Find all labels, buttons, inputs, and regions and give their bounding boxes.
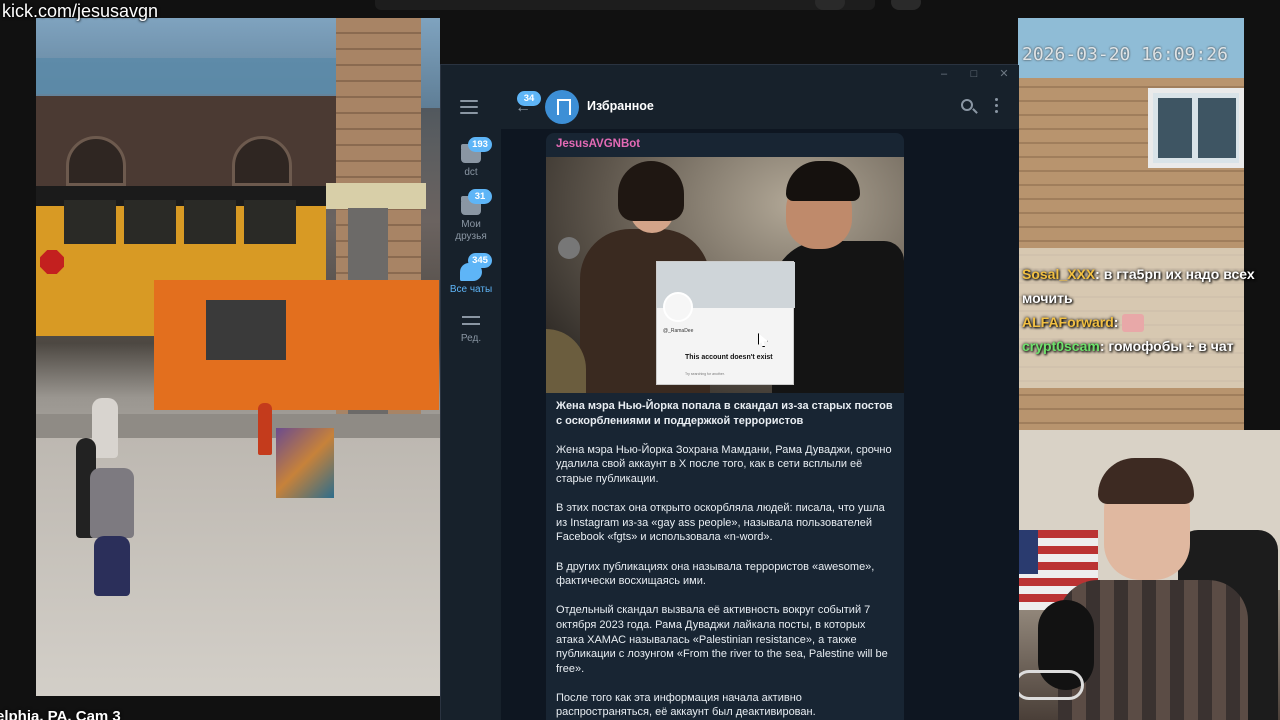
chat-message: ALFAForward:	[1022, 310, 1278, 334]
search-icon[interactable]	[815, 0, 845, 10]
pedestrian	[90, 468, 134, 538]
microphone-icon	[558, 237, 580, 259]
browser-search-strip	[375, 0, 921, 10]
unread-badge: 34	[517, 91, 541, 106]
folder-label: Ред.	[460, 333, 482, 344]
photo-person-hair	[618, 161, 684, 221]
message-paragraph: В этих постах она открыто оскорбляла люд…	[556, 502, 885, 544]
folder-label: Мои друзья	[455, 219, 487, 242]
folder-label: dct	[464, 167, 478, 178]
utility-truck	[154, 280, 439, 410]
pink-face-emote-icon	[1122, 314, 1145, 333]
message-paragraph: Отдельный скандал вызвала её активность …	[556, 604, 888, 675]
window-pane	[1158, 98, 1192, 158]
camera-label: elphia, PA, Cam 3	[0, 708, 121, 720]
bookmark-icon[interactable]	[545, 90, 579, 124]
pillar-cap	[326, 183, 426, 209]
chat-header: ← 34 Избранное	[501, 85, 1019, 129]
camera-timestamp: 2026-03-20 16:09:26	[1022, 44, 1228, 65]
elevated-track	[36, 58, 336, 94]
second-camera-feed	[1018, 18, 1244, 430]
profile-avatar	[663, 292, 693, 322]
bus-window	[64, 200, 116, 244]
chat-username: Sosal_XXX	[1022, 266, 1096, 282]
bus-window	[184, 200, 236, 244]
telegram-window: – □ ✕ 193 dct 31 Мои друзья 345 Все чаты	[440, 64, 1019, 720]
unread-badge: 345	[468, 253, 492, 268]
chat-message: crypt0scam: гомофобы + в чат	[1022, 334, 1278, 358]
bus-window	[244, 200, 296, 244]
stop-sign-icon	[40, 250, 64, 274]
chat-message: Sosal_XXX: в гта5рп их надо всех мочить	[1022, 262, 1278, 310]
chat-username: ALFAForward	[1022, 314, 1114, 330]
bus-window	[124, 200, 176, 244]
folder-dct[interactable]: 193 dct	[441, 137, 501, 179]
edit-folders-icon	[462, 313, 480, 327]
pedestrian	[94, 536, 130, 596]
add-icon[interactable]	[891, 0, 921, 10]
maximize-icon[interactable]: □	[967, 68, 981, 80]
search-icon[interactable]	[961, 99, 973, 111]
folder-label: Все чаты	[449, 284, 493, 295]
stream-frame: elphia, PA, Cam 3 kick.com/jesusavgn 202…	[0, 0, 1280, 720]
more-icon[interactable]	[995, 98, 999, 114]
hamburger-icon[interactable]	[460, 100, 478, 114]
close-icon[interactable]: ✕	[997, 68, 1011, 80]
account-status-sub: Try searching for another.	[685, 372, 725, 376]
unread-badge: 31	[468, 189, 492, 204]
message-paragraph: В других публикациях она называла террор…	[556, 560, 875, 588]
window-pane	[1198, 98, 1236, 158]
message-text: Жена мэра Нью-Йорка попала в скандал из-…	[556, 399, 896, 720]
chat-pane: ← 34 Избранное JesusAVGNBot @_RamaDee Th…	[501, 85, 1019, 720]
message-sender[interactable]: JesusAVGNBot	[556, 138, 640, 150]
message-photo[interactable]: @_RamaDee This account doesn't exist Try…	[546, 157, 904, 393]
chat-username: crypt0scam	[1022, 338, 1100, 354]
folder-all-chats[interactable]: 345 Все чаты	[441, 253, 501, 296]
chat-text: :	[1113, 314, 1119, 330]
deleted-account-screenshot: @_RamaDee This account doesn't exist Try…	[656, 261, 795, 385]
folder-sidebar: 193 dct 31 Мои друзья 345 Все чаты Ред.	[441, 85, 501, 720]
profile-handle: @_RamaDee	[663, 328, 694, 334]
unread-badge: 193	[468, 137, 492, 152]
street-camera-feed	[36, 18, 440, 696]
account-status: This account doesn't exist	[685, 354, 773, 361]
chat-title[interactable]: Избранное	[587, 99, 654, 113]
chat-overlay: Sosal_XXX: в гта5рп их надо всех мочить …	[1022, 262, 1278, 358]
message-paragraph: После того как эта информация начала акт…	[556, 691, 816, 719]
painted-utility-box	[276, 428, 334, 498]
mic-mount	[1014, 670, 1084, 700]
message-paragraph: Жена мэра Нью-Йорка Зохрана Мамдани, Рам…	[556, 443, 892, 485]
stream-url-overlay: kick.com/jesusavgn	[2, 1, 159, 21]
folder-edit[interactable]: Ред.	[441, 313, 501, 345]
message-headline: Жена мэра Нью-Йорка попала в скандал из-…	[556, 400, 893, 427]
truck-equipment	[206, 300, 286, 360]
streamer-hair	[1098, 458, 1194, 504]
streamer-webcam	[978, 430, 1280, 720]
message-bubble[interactable]: JesusAVGNBot @_RamaDee This account does…	[546, 133, 904, 720]
chat-text: : гомофобы + в чат	[1099, 338, 1234, 354]
folder-my-friends[interactable]: 31 Мои друзья	[441, 189, 501, 243]
fire-hydrant	[258, 403, 272, 455]
window-titlebar: – □ ✕	[441, 65, 1019, 85]
minimize-icon[interactable]: –	[937, 68, 951, 80]
